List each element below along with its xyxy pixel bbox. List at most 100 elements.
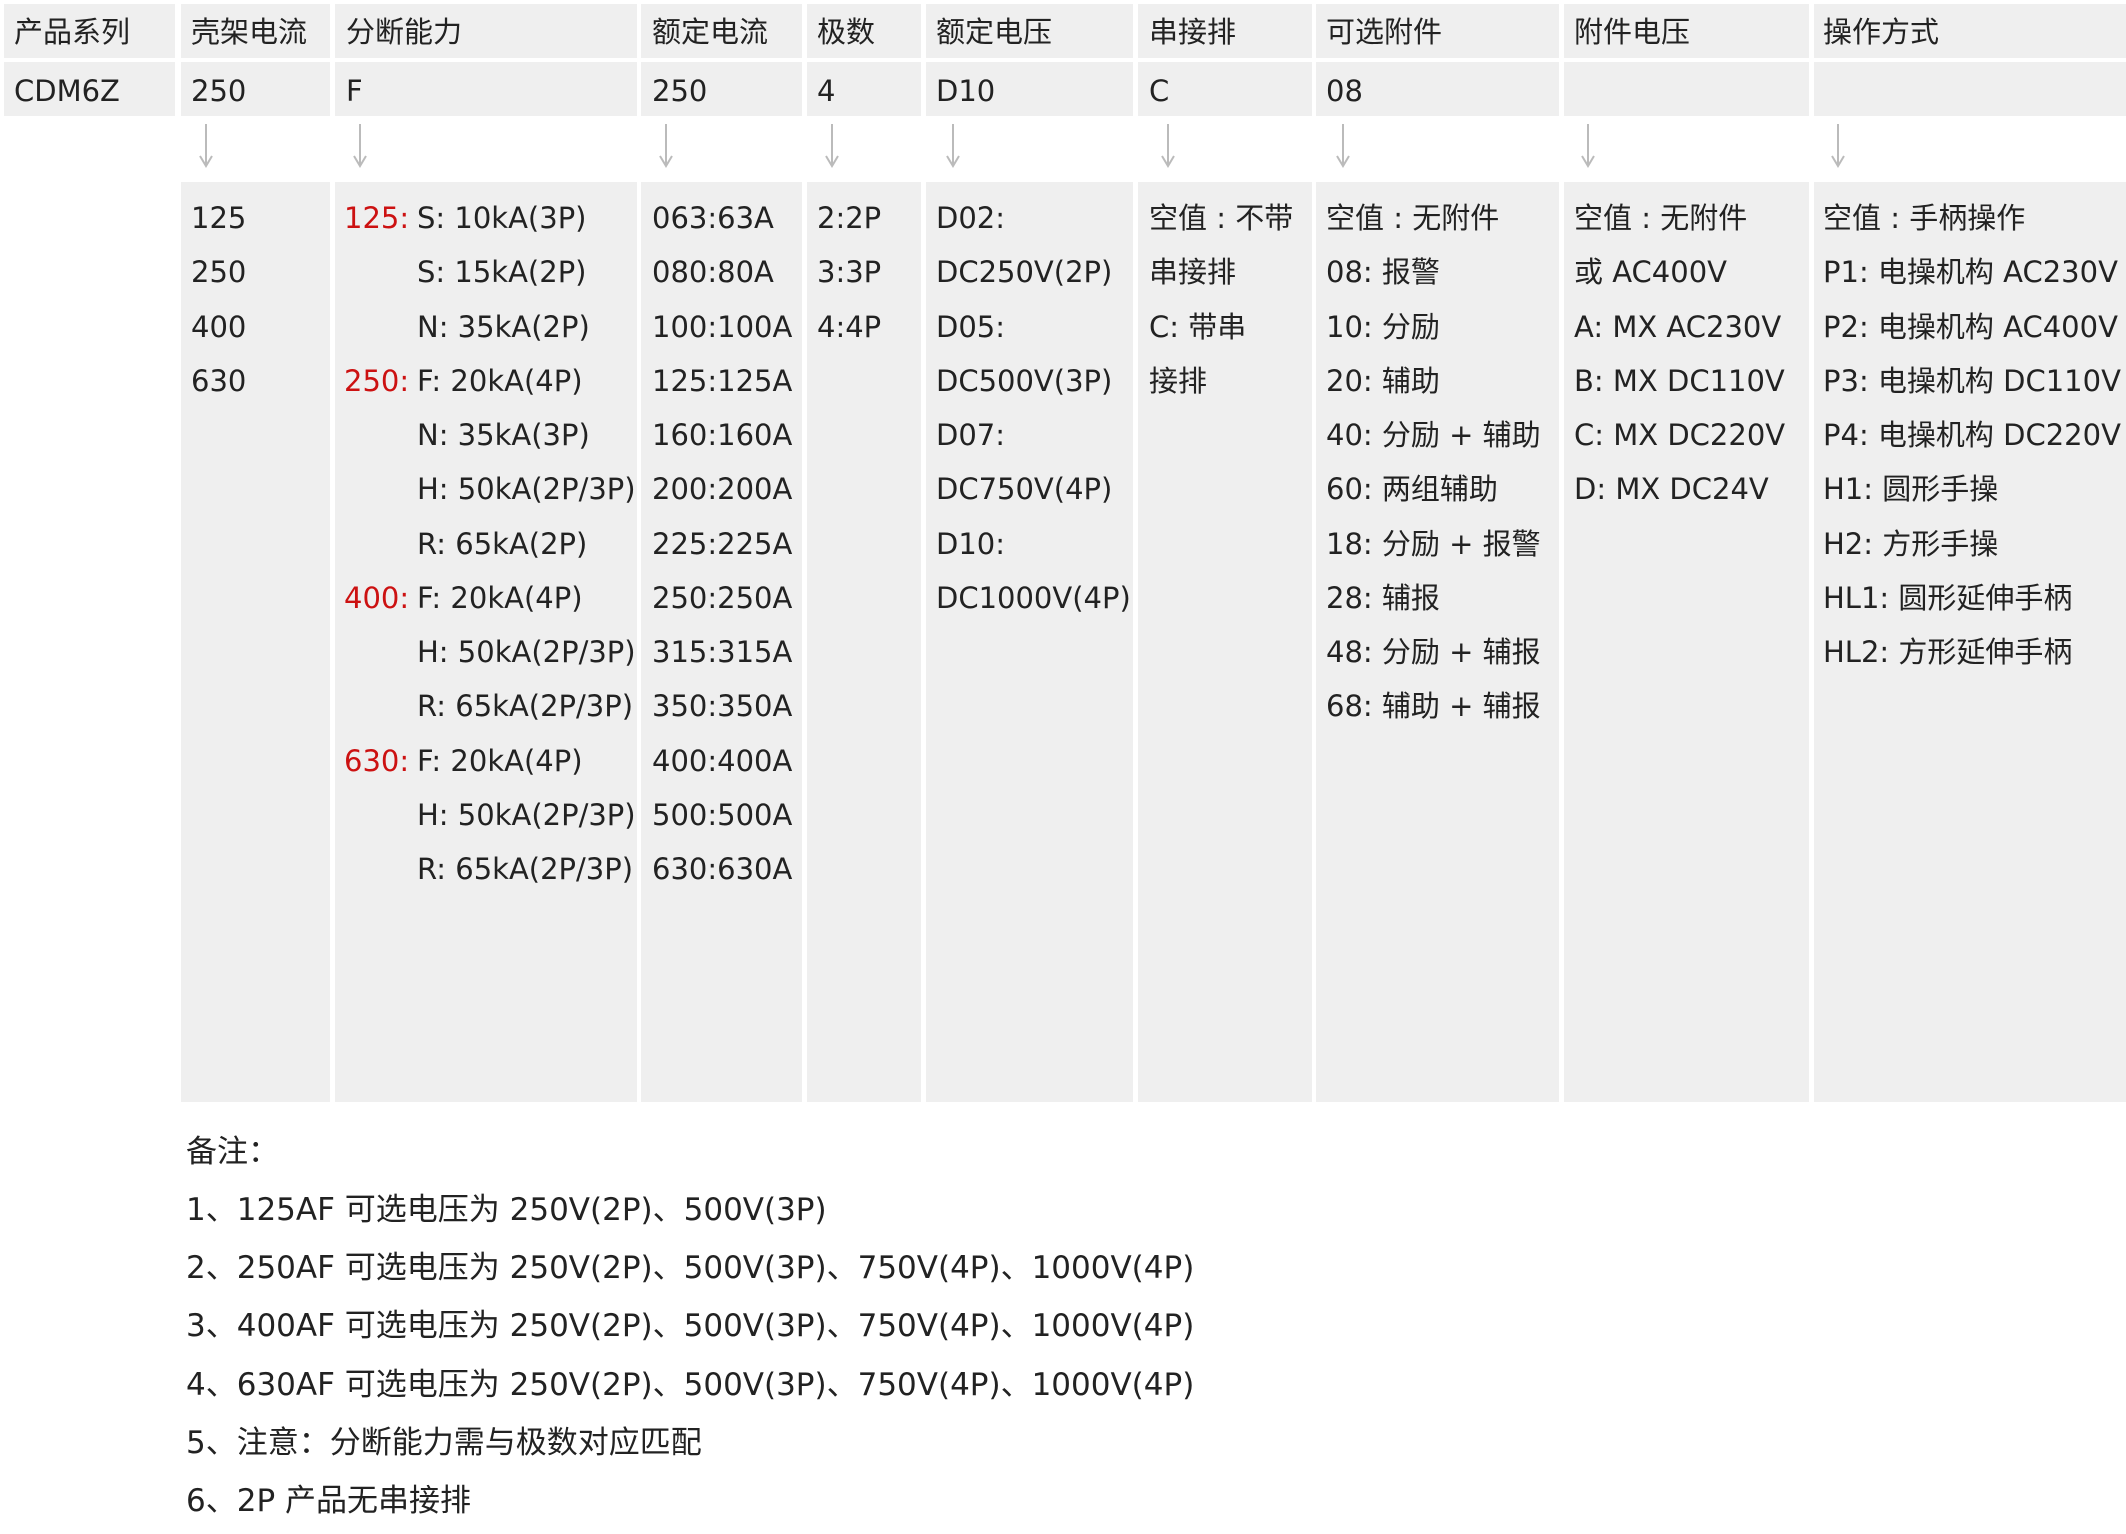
example-product-series: CDM6Z — [14, 74, 120, 108]
frame-current-option: 250 — [191, 255, 247, 290]
operation-option: 空值 : 手柄操作 — [1823, 201, 2026, 235]
frame-label: 125: — [344, 201, 410, 235]
arrow-down-icon — [353, 124, 367, 168]
busbar-option: 接排 — [1149, 363, 1208, 398]
arrow-down-icon — [1831, 124, 1845, 168]
frame-label: 630: — [344, 743, 410, 778]
accessory-option: 08: 报警 — [1326, 255, 1440, 290]
example-cell-accessory-voltage — [1564, 62, 1809, 116]
breaking-capacity-option: N: 35kA(2P) — [417, 309, 590, 344]
rated-current-option: 500:500A — [652, 797, 793, 832]
frame-label: 250: — [344, 363, 410, 398]
example-busbar: C — [1149, 74, 1170, 108]
accessory-voltage-option: B: MX DC110V — [1574, 363, 1785, 398]
accessory-voltage-option: D: MX DC24V — [1574, 472, 1769, 507]
accessory-option: 40: 分励 + 辅助 — [1326, 418, 1541, 452]
rated-current-option: 100:100A — [652, 309, 793, 344]
example-poles: 4 — [817, 74, 836, 108]
rated-current-option: 315:315A — [652, 635, 793, 669]
example-rated-current: 250 — [652, 74, 708, 108]
note-item: 2、250AF 可选电压为 250V(2P)、500V(3P)、750V(4P)… — [186, 1250, 1195, 1287]
frame-current-option: 630 — [191, 363, 247, 398]
busbar-option: C: 带串 — [1149, 309, 1247, 344]
busbar-option: 空值 : 不带 — [1149, 201, 1294, 235]
arrow-down-icon — [825, 124, 839, 168]
header-busbar: 串接排 — [1149, 15, 1237, 49]
accessory-voltage-option: 空值 : 无附件 — [1574, 201, 1748, 235]
rated-current-option: 225:225A — [652, 526, 793, 561]
accessory-option: 48: 分励 + 辅报 — [1326, 635, 1541, 669]
frame-current-option: 400 — [191, 309, 247, 344]
accessory-option: 20: 辅助 — [1326, 363, 1440, 398]
example-cell-breaking-capacity — [335, 62, 637, 116]
breaking-capacity-option: S: 15kA(2P) — [417, 255, 587, 290]
breaking-capacity-option: F: 20kA(4P) — [417, 743, 583, 778]
arrow-down-icon — [659, 124, 673, 168]
rated-current-option: 250:250A — [652, 580, 793, 615]
breaking-capacity-option: R: 65kA(2P/3P) — [417, 852, 634, 886]
header-operation: 操作方式 — [1823, 15, 1940, 49]
selection-table: 产品系列 壳架电流 分断能力 额定电流 极数 额定电压 串接排 可选附件 附件电压 操作方式 CDM… — [0, 0, 2126, 1534]
rated-current-option: 630:630A — [652, 852, 793, 886]
accessory-voltage-option: C: MX DC220V — [1574, 418, 1786, 452]
header-rated-voltage: 额定电压 — [936, 15, 1053, 49]
example-frame-current: 250 — [191, 74, 247, 108]
example-rated-voltage: D10 — [936, 74, 996, 108]
arrow-down-icon — [946, 124, 960, 168]
header-rated-current: 额定电流 — [652, 15, 769, 49]
breaking-capacity-option: H: 50kA(2P/3P) — [417, 797, 636, 832]
breaking-capacity-option: H: 50kA(2P/3P) — [417, 472, 636, 507]
rated-voltage-option: DC1000V(4P) — [936, 580, 1131, 615]
operation-option: HL2: 方形延伸手柄 — [1823, 635, 2073, 669]
accessory-option: 10: 分励 — [1326, 309, 1440, 344]
header-poles: 极数 — [817, 15, 876, 49]
example-cell-operation — [1814, 62, 2126, 116]
arrow-down-icon — [1581, 124, 1595, 168]
rated-voltage-option: D05: — [936, 309, 1006, 344]
breaking-capacity-option: S: 10kA(3P) — [417, 201, 587, 235]
rated-current-option: 400:400A — [652, 743, 793, 778]
arrow-down-icon — [1336, 124, 1350, 168]
note-item: 4、630AF 可选电压为 250V(2P)、500V(3P)、750V(4P)… — [186, 1366, 1195, 1403]
rated-voltage-option: DC750V(4P) — [936, 472, 1113, 507]
rated-voltage-option: D07: — [936, 418, 1006, 452]
header-product-series: 产品系列 — [14, 15, 131, 49]
note-item: 3、400AF 可选电压为 250V(2P)、500V(3P)、750V(4P)… — [186, 1308, 1195, 1345]
arrow-down-icon — [199, 124, 213, 168]
breaking-capacity-option: H: 50kA(2P/3P) — [417, 635, 636, 669]
rated-current-option: 200:200A — [652, 472, 793, 507]
rated-current-option: 160:160A — [652, 418, 793, 452]
header-accessories: 可选附件 — [1326, 15, 1443, 49]
busbar-option: 串接排 — [1149, 255, 1237, 290]
poles-option: 3:3P — [817, 255, 882, 290]
accessory-option: 60: 两组辅助 — [1326, 472, 1498, 507]
notes-title: 备注： — [186, 1134, 279, 1170]
note-item: 5、注意：分断能力需与极数对应匹配 — [186, 1424, 702, 1461]
operation-option: P4: 电操机构 DC220V — [1823, 418, 2121, 452]
rated-current-option: 125:125A — [652, 363, 793, 398]
rated-current-option: 350:350A — [652, 689, 793, 724]
frame-label: 400: — [344, 580, 410, 615]
rated-current-option: 063:63A — [652, 201, 774, 235]
accessory-voltage-option: 或 AC400V — [1574, 255, 1727, 290]
operation-option: P2: 电操机构 AC400V — [1823, 309, 2118, 344]
example-accessories: 08 — [1326, 74, 1363, 108]
header-breaking-capacity: 分断能力 — [346, 15, 463, 49]
operation-option: P1: 电操机构 AC230V — [1823, 255, 2118, 290]
operation-option: P3: 电操机构 DC110V — [1823, 363, 2121, 398]
accessory-option: 28: 辅报 — [1326, 580, 1440, 615]
example-breaking-capacity: F — [346, 74, 363, 108]
note-item: 1、125AF 可选电压为 250V(2P)、500V(3P) — [186, 1192, 827, 1228]
header-frame-current: 壳架电流 — [191, 15, 308, 49]
accessory-option: 空值 : 无附件 — [1326, 201, 1500, 235]
breaking-capacity-option: R: 65kA(2P) — [417, 526, 588, 561]
operation-option: H1: 圆形手操 — [1823, 472, 1999, 507]
poles-option: 4:4P — [817, 309, 882, 344]
note-item: 6、2P 产品无串接排 — [186, 1483, 471, 1519]
accessory-option: 18: 分励 + 报警 — [1326, 526, 1541, 561]
accessory-option: 68: 辅助 + 辅报 — [1326, 689, 1541, 724]
breaking-capacity-option: F: 20kA(4P) — [417, 363, 583, 398]
header-accessory-voltage: 附件电压 — [1574, 15, 1691, 49]
rated-current-option: 080:80A — [652, 255, 774, 290]
rated-voltage-option: D02: — [936, 201, 1006, 235]
